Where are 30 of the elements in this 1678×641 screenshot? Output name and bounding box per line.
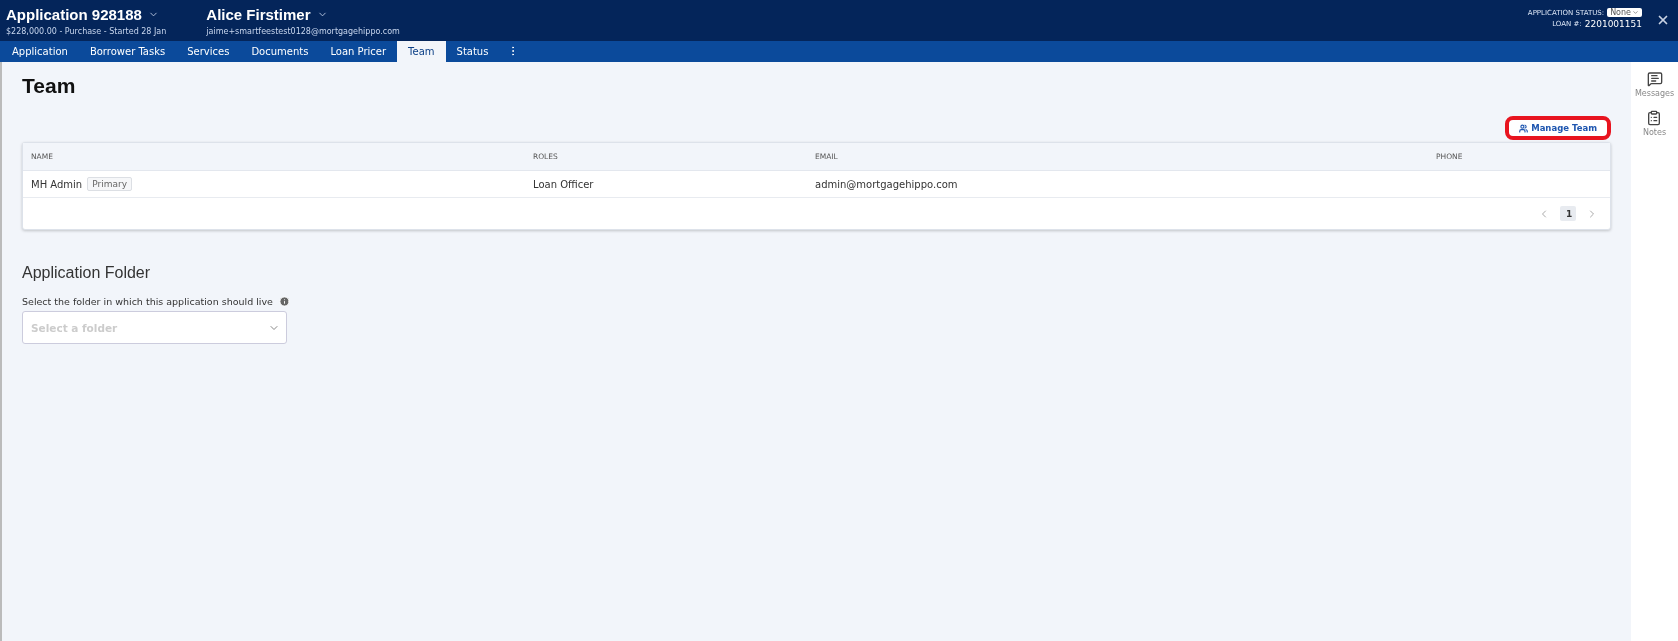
nav-tab[interactable]: Services bbox=[176, 41, 241, 62]
status-dropdown[interactable]: None bbox=[1607, 8, 1642, 17]
nav-tab[interactable]: Borrower Tasks bbox=[78, 41, 177, 62]
nav-tab[interactable]: Status bbox=[445, 41, 500, 62]
table-cell: admin@mortgagehippo.com bbox=[807, 171, 1428, 198]
info-icon bbox=[278, 296, 290, 307]
clipboard-icon bbox=[1646, 110, 1663, 126]
borrower-email: jaime+smartfeestest0128@mortgagehippo.com bbox=[206, 27, 400, 36]
close-icon[interactable] bbox=[1656, 13, 1670, 27]
section-title: Application Folder bbox=[22, 264, 152, 282]
page-title: Team bbox=[22, 74, 77, 98]
chevron-down-icon bbox=[1632, 9, 1639, 16]
field-label: Select the folder in which this application should live bbox=[22, 296, 273, 307]
borrower-name: Alice Firstimer bbox=[206, 5, 311, 24]
loan-number: 2201001151 bbox=[1584, 19, 1642, 29]
table-cell: Loan Officer bbox=[525, 171, 807, 198]
people-icon bbox=[1519, 123, 1529, 133]
nav-tab[interactable]: Documents bbox=[240, 41, 320, 62]
sidebar-button[interactable]: Notes bbox=[1636, 109, 1673, 138]
manage-team-button[interactable]: Manage Team bbox=[1505, 116, 1611, 140]
application-title: Application 928188 bbox=[6, 5, 142, 24]
page-number[interactable]: 1 bbox=[1560, 206, 1576, 221]
sidebar-button[interactable]: Messages bbox=[1628, 70, 1678, 99]
application-summary: $228,000.00 - Purchase - Started 28 Jan bbox=[6, 27, 167, 36]
chat-bubble-icon bbox=[1646, 71, 1663, 87]
member-name: MH Admin bbox=[31, 178, 83, 190]
nav-tab[interactable]: Team bbox=[397, 41, 446, 62]
nav-tab[interactable]: Application bbox=[1, 41, 79, 62]
nav-tab[interactable]: Loan Pricer bbox=[319, 41, 398, 62]
primary-badge: Primary bbox=[87, 177, 132, 191]
